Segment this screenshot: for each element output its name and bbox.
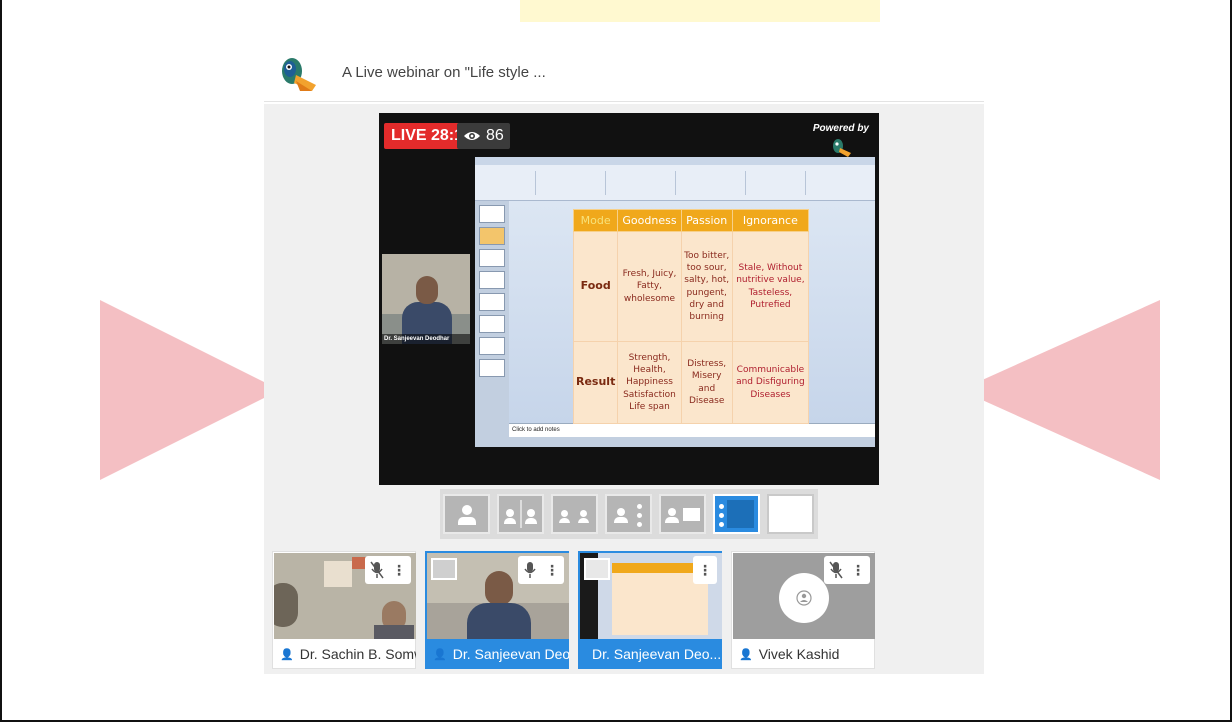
slide-thumbnail	[479, 315, 505, 333]
participant-controls: ⋮	[518, 556, 564, 584]
participant-name: Dr. Sanjeevan Deo...	[592, 646, 722, 662]
powered-by-branding: Powered by	[813, 123, 869, 161]
speaker-video-overlay: Dr. Sanjeevan Deodhar	[382, 254, 470, 344]
slide-table-header-row: Mode Goodness Passion Ignorance	[572, 209, 810, 232]
participant-name: Dr. Sachin B. Somw...	[299, 646, 416, 662]
participant-tile[interactable]: ⋮ Dr. Sanjeevan Deo...	[578, 551, 722, 669]
kebab-menu-icon[interactable]: ⋮	[851, 562, 865, 579]
speaker-caption: Dr. Sanjeevan Deodhar	[382, 334, 470, 344]
layout-speaker-plus-screen-button[interactable]	[659, 494, 706, 534]
kebab-menu-icon[interactable]: ⋮	[392, 562, 406, 579]
slide-table-row: Result Strength, Health, Happiness Satis…	[572, 341, 810, 424]
ppt-ribbon-toolbar	[475, 165, 875, 201]
slide-cell: Stale, Without nutritive value, Tasteles…	[731, 231, 810, 342]
participant-name-bar: Dr. Sanjeevan Deo...	[580, 640, 722, 668]
speaker-head	[416, 276, 438, 304]
watermark-ribbon-right	[960, 300, 1160, 480]
person-icon	[796, 590, 812, 606]
slide-thumbnail	[479, 359, 505, 377]
participant-badge	[431, 558, 457, 580]
webinar-title: A Live webinar on "Life style ...	[342, 64, 546, 81]
slide-thumbnail	[479, 337, 505, 355]
viewer-count: 86	[486, 127, 504, 144]
microphone-muted-icon[interactable]	[370, 561, 384, 579]
participant-controls: ⋮	[693, 556, 717, 584]
participant-controls: ⋮	[365, 556, 411, 584]
microphone-icon[interactable]	[523, 561, 537, 579]
layout-blank-button[interactable]	[767, 494, 814, 534]
slide-table-row: Food Fresh, Juicy, Fatty, wholesome Too …	[572, 231, 810, 342]
participant-tile[interactable]: ⋮ 👤 Vivek Kashid	[731, 551, 875, 669]
slide-thumbnail-active	[479, 227, 505, 245]
participant-tile[interactable]: ⋮ 👤 Dr. Sachin B. Somw...	[272, 551, 416, 669]
ppt-slides-pane	[475, 201, 509, 437]
microphone-muted-icon[interactable]	[829, 561, 843, 579]
layout-selector	[440, 489, 818, 539]
kebab-menu-icon[interactable]: ⋮	[545, 562, 559, 579]
person-icon: 👤	[433, 648, 447, 661]
slide-header-passion: Passion	[680, 209, 733, 232]
person-icon: 👤	[280, 648, 294, 661]
slide-header-goodness: Goodness	[617, 209, 682, 232]
duck-logo-icon[interactable]	[276, 51, 320, 95]
duck-logo-icon	[832, 139, 851, 157]
slide-cell: Fresh, Juicy, Fatty, wholesome	[617, 231, 682, 342]
layout-speaker-plus-list-button[interactable]	[605, 494, 652, 534]
watermark-banner	[520, 0, 880, 22]
participant-name-bar: 👤 Dr. Sanjeevan Deo...	[427, 640, 569, 668]
ppt-status-bar	[475, 437, 875, 447]
ppt-notes-field: Click to add notes	[509, 423, 875, 437]
layout-single-speaker-button[interactable]	[443, 494, 490, 534]
layout-two-speakers-button[interactable]	[497, 494, 544, 534]
slide-header-mode: Mode	[572, 209, 619, 232]
participant-tile[interactable]: ⋮ 👤 Dr. Sanjeevan Deo...	[425, 551, 569, 669]
slide-thumbnail	[479, 293, 505, 311]
person-icon: 👤	[739, 648, 753, 661]
live-video-stage: LIVE 28:15 86 Powered by Dr. Sanjeevan D…	[379, 113, 879, 485]
slide-thumbnail	[479, 249, 505, 267]
kebab-menu-icon[interactable]: ⋮	[698, 562, 712, 579]
slide-row-label: Food	[572, 231, 619, 342]
eye-icon	[464, 132, 480, 140]
participant-name-bar: 👤 Vivek Kashid	[733, 640, 875, 668]
slide-thumbnail	[479, 271, 505, 289]
slide-thumbnail	[479, 205, 505, 223]
avatar	[779, 573, 829, 623]
viewer-count-badge: 86	[457, 123, 510, 149]
participant-name-bar: 👤 Dr. Sachin B. Somw...	[274, 640, 416, 668]
slide-header-ignorance: Ignorance	[731, 209, 810, 232]
slide-cell: Strength, Health, Happiness Satisfaction…	[617, 341, 682, 424]
ppt-titlebar	[475, 157, 875, 165]
layout-two-small-button[interactable]	[551, 494, 598, 534]
slide-modes-table: Mode Goodness Passion Ignorance Food Fre…	[572, 209, 810, 424]
watermark-ribbon-left	[100, 300, 280, 480]
slide-cell: Communicable and Disfiguring Diseases	[731, 341, 810, 424]
participant-name: Vivek Kashid	[758, 646, 840, 662]
slide-cell: Distress, Misery and Disease	[680, 341, 733, 424]
participant-controls: ⋮	[824, 556, 870, 584]
layout-screen-with-list-button[interactable]	[713, 494, 760, 534]
slide-row-label: Result	[572, 341, 619, 424]
slide-cell: Too bitter, too sour, salty, hot, pungen…	[680, 231, 733, 342]
participant-name: Dr. Sanjeevan Deo...	[452, 646, 569, 662]
powered-by-label: Powered by	[812, 123, 869, 134]
app-header: A Live webinar on "Life style ...	[264, 44, 984, 102]
participant-badge	[584, 558, 610, 580]
